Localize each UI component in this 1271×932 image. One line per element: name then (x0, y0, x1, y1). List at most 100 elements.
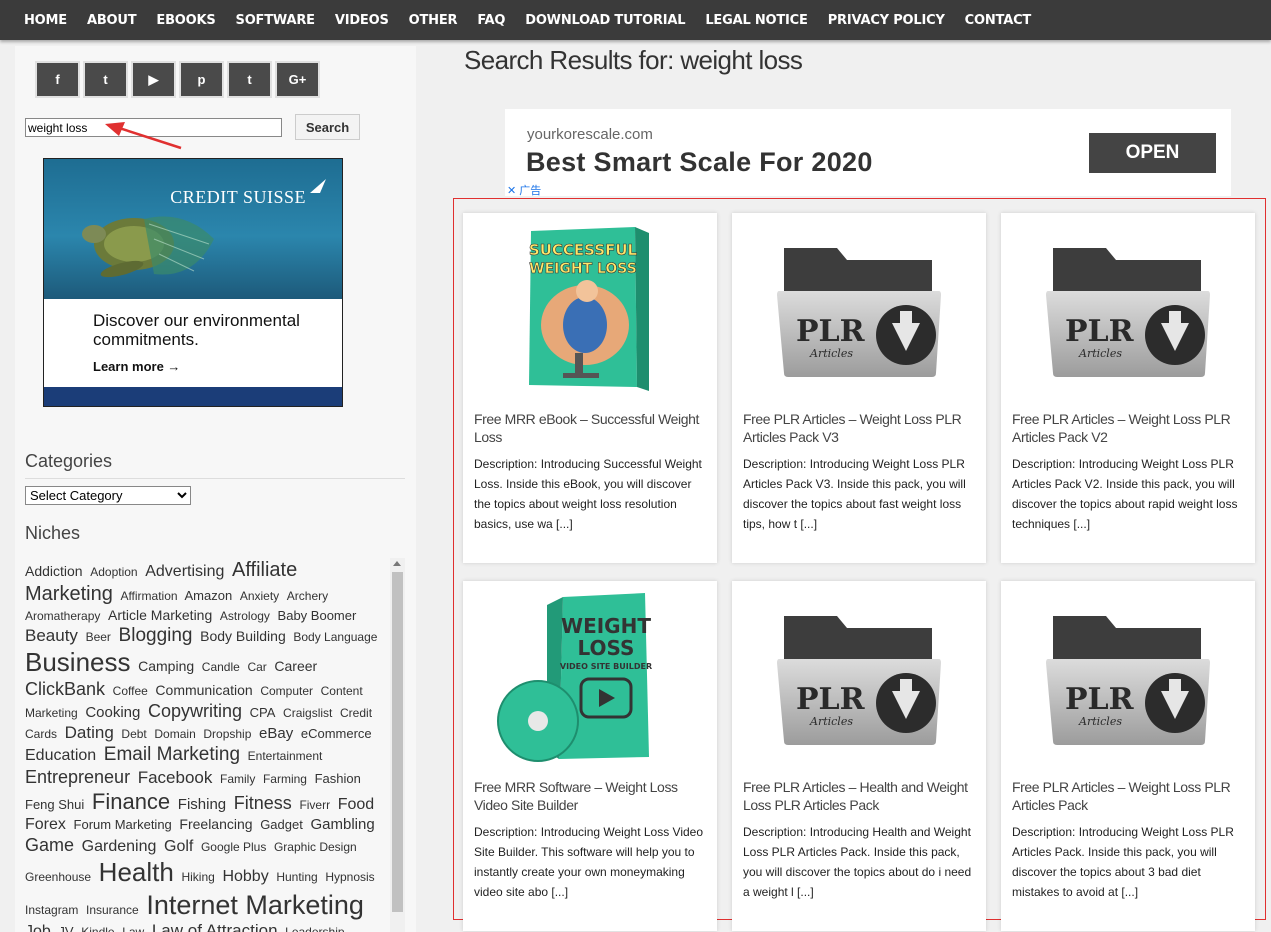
niche-tag[interactable]: Forum Marketing (74, 817, 172, 832)
tumblr-icon[interactable]: t (227, 61, 272, 98)
niche-tag[interactable]: Gambling (310, 816, 374, 833)
result-card[interactable]: SUCCESSFUL WEIGHT LOSS Free MRR eBook – … (463, 213, 717, 563)
niche-tag[interactable]: Astrology (220, 609, 270, 623)
niche-tag[interactable]: Forex (25, 816, 66, 833)
niche-tag[interactable]: Coffee (113, 684, 148, 698)
google-plus-icon[interactable]: G+ (275, 61, 320, 98)
niche-tag[interactable]: Hunting (276, 870, 317, 884)
result-title-link[interactable]: Free PLR Articles – Weight Loss PLR Arti… (743, 410, 975, 446)
scroll-up-icon[interactable] (393, 561, 401, 566)
niche-tag[interactable]: Amazon (184, 588, 232, 603)
niche-tag[interactable]: Facebook (138, 768, 213, 787)
niche-tag[interactable]: Blogging (119, 625, 193, 646)
niche-tag[interactable]: Leadership (285, 925, 344, 932)
nav-ebooks[interactable]: EBOOKS (156, 13, 215, 28)
result-thumbnail[interactable]: SUCCESSFUL WEIGHT LOSS (463, 213, 717, 403)
niche-tag[interactable]: Fitness (234, 793, 292, 813)
niche-tag[interactable]: Graphic Design (274, 840, 357, 854)
nav-about[interactable]: ABOUT (87, 13, 137, 28)
niche-tag[interactable]: ClickBank (25, 679, 105, 699)
result-title-link[interactable]: Free PLR Articles – Health and Weight Lo… (743, 778, 975, 814)
niche-tag[interactable]: Gardening (82, 838, 157, 855)
result-card[interactable]: PLR Articles Free PLR Articles – Weight … (732, 213, 986, 563)
result-card[interactable]: PLR Articles Free PLR Articles – Health … (732, 581, 986, 931)
niche-tag[interactable]: Hypnosis (325, 870, 374, 884)
niche-tag[interactable]: Email Marketing (104, 744, 240, 765)
niche-tag[interactable]: Adoption (90, 565, 137, 579)
nav-download-tutorial[interactable]: DOWNLOAD TUTORIAL (525, 13, 685, 28)
niche-tag[interactable]: Finance (92, 789, 170, 814)
niche-tag[interactable]: Affirmation (120, 589, 177, 603)
twitter-icon[interactable]: t (83, 61, 128, 98)
niche-tag[interactable]: Addiction (25, 563, 83, 579)
niche-tag[interactable]: Instagram (25, 903, 78, 917)
nav-videos[interactable]: VIDEOS (335, 13, 389, 28)
niche-tag[interactable]: Greenhouse (25, 870, 91, 884)
category-select[interactable]: Select Category (25, 486, 191, 505)
result-thumbnail[interactable]: PLR Articles (732, 213, 986, 403)
tag-cloud-scrollbar[interactable] (390, 558, 405, 932)
niche-tag[interactable]: eBay (259, 725, 293, 742)
niche-tag[interactable]: Entrepreneur (25, 767, 130, 787)
niche-tag[interactable]: Law of Attraction (152, 921, 278, 932)
niche-tag[interactable]: Craigslist (283, 706, 332, 720)
niche-tag[interactable]: Hobby (222, 868, 268, 885)
facebook-icon[interactable]: f (35, 61, 80, 98)
niche-tag[interactable]: Job (25, 923, 51, 932)
niche-tag[interactable]: Car (247, 660, 266, 674)
pinterest-icon[interactable]: p (179, 61, 224, 98)
nav-home[interactable]: HOME (24, 13, 67, 28)
result-title-link[interactable]: Free MRR eBook – Successful Weight Loss (474, 410, 706, 446)
niche-tag[interactable]: Dating (65, 723, 114, 742)
nav-faq[interactable]: FAQ (477, 13, 505, 28)
niche-tag[interactable]: Copywriting (148, 701, 242, 721)
search-button[interactable]: Search (295, 114, 360, 140)
niche-tag[interactable]: Freelancing (179, 816, 252, 832)
result-thumbnail[interactable]: PLR Articles (732, 581, 986, 771)
niche-tag[interactable]: Beer (86, 630, 111, 644)
result-title-link[interactable]: Free MRR Software – Weight Loss Video Si… (474, 778, 706, 814)
result-title-link[interactable]: Free PLR Articles – Weight Loss PLR Arti… (1012, 410, 1244, 446)
nav-other[interactable]: OTHER (409, 13, 458, 28)
niche-tag[interactable]: Google Plus (201, 840, 266, 854)
niche-tag[interactable]: Fishing (178, 796, 226, 813)
niche-tag[interactable]: Career (274, 658, 317, 674)
niche-tag[interactable]: Communication (155, 682, 252, 698)
niche-tag[interactable]: Baby Boomer (278, 608, 357, 623)
top-ad-banner[interactable]: yourkorescale.com Best Smart Scale For 2… (505, 109, 1231, 196)
youtube-icon[interactable]: ▶ (131, 61, 176, 98)
niche-tag[interactable]: Candle (202, 660, 240, 674)
niche-tag[interactable]: Camping (138, 658, 194, 674)
nav-software[interactable]: SOFTWARE (236, 13, 315, 28)
niche-tag[interactable]: Internet Marketing (146, 890, 364, 920)
niche-tag[interactable]: Fiverr (299, 798, 330, 812)
niche-tag[interactable]: Article Marketing (108, 607, 212, 623)
niche-tag[interactable]: Anxiety (240, 589, 279, 603)
niche-tag[interactable]: Computer (260, 684, 313, 698)
niche-tag[interactable]: Insurance (86, 903, 139, 917)
niche-tag[interactable]: Entertainment (248, 749, 323, 763)
niche-tag[interactable]: Family (220, 772, 255, 786)
niche-tag[interactable]: Body Building (200, 628, 286, 644)
result-card[interactable]: PLR Articles Free PLR Articles – Weight … (1001, 581, 1255, 931)
niche-tag[interactable]: Health (99, 857, 174, 887)
niche-tag[interactable]: Domain (154, 727, 195, 741)
niche-tag[interactable]: Farming (263, 772, 307, 786)
niche-tag[interactable]: Body Language (293, 630, 377, 644)
result-thumbnail[interactable]: WEIGHT LOSS VIDEO SITE BUILDER (463, 581, 717, 771)
niche-tag[interactable]: Law (122, 925, 144, 932)
result-thumbnail[interactable]: PLR Articles (1001, 581, 1255, 771)
niche-tag[interactable]: Feng Shui (25, 797, 84, 812)
niche-tag[interactable]: Business (25, 647, 131, 677)
result-title-link[interactable]: Free PLR Articles – Weight Loss PLR Arti… (1012, 778, 1244, 814)
sidebar-ad[interactable]: CREDIT SUISSE Discover our environmental… (43, 158, 343, 407)
niche-tag[interactable]: JV (58, 924, 73, 932)
niche-tag[interactable]: Debt (121, 727, 146, 741)
niche-tag[interactable]: Fashion (315, 771, 361, 786)
result-thumbnail[interactable]: PLR Articles (1001, 213, 1255, 403)
niche-tag[interactable]: eCommerce (301, 726, 372, 741)
niche-tag[interactable]: Dropship (203, 727, 251, 741)
ad-open-button[interactable]: OPEN (1089, 133, 1216, 173)
niche-tag[interactable]: Game (25, 835, 74, 855)
niche-tag[interactable]: Education (25, 747, 96, 764)
